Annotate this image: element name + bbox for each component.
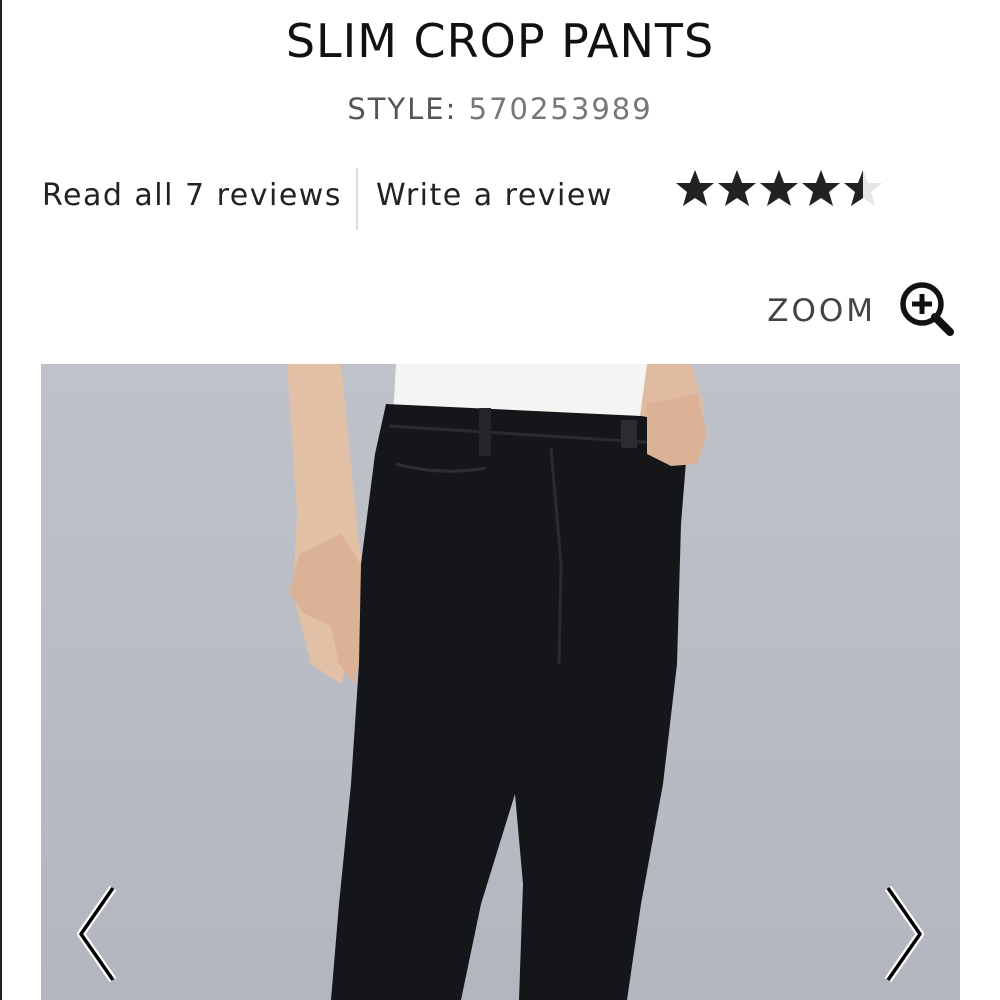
style-number: 570253989 bbox=[468, 92, 653, 126]
left-edge-border bbox=[0, 0, 2, 1000]
product-page: SLIM CROP PANTS STYLE: 570253989 Read al… bbox=[0, 0, 1000, 1000]
chevron-left-icon bbox=[77, 885, 117, 983]
zoom-button[interactable]: ZOOM bbox=[767, 280, 956, 342]
product-image[interactable] bbox=[41, 364, 960, 1000]
star-icon bbox=[718, 170, 756, 206]
read-reviews-link[interactable]: Read all 7 reviews bbox=[42, 178, 342, 213]
star-rating bbox=[674, 168, 884, 210]
reviews-divider bbox=[356, 168, 358, 230]
write-review-link[interactable]: Write a review bbox=[376, 178, 613, 213]
reviews-row: Read all 7 reviews Write a review bbox=[42, 168, 962, 230]
star-icon bbox=[802, 170, 840, 206]
product-title: SLIM CROP PANTS bbox=[285, 14, 715, 68]
star-icon bbox=[844, 170, 882, 206]
zoom-in-icon[interactable] bbox=[898, 280, 956, 342]
style-label: STYLE: bbox=[347, 92, 458, 126]
style-line: STYLE: 570253989 bbox=[0, 92, 1000, 126]
star-icon bbox=[676, 170, 714, 206]
zoom-label: ZOOM bbox=[767, 293, 876, 329]
chevron-right-icon bbox=[884, 885, 924, 983]
product-photo bbox=[41, 364, 960, 1000]
next-image-button[interactable] bbox=[880, 884, 940, 984]
star-icon bbox=[760, 170, 798, 206]
previous-image-button[interactable] bbox=[61, 884, 121, 984]
